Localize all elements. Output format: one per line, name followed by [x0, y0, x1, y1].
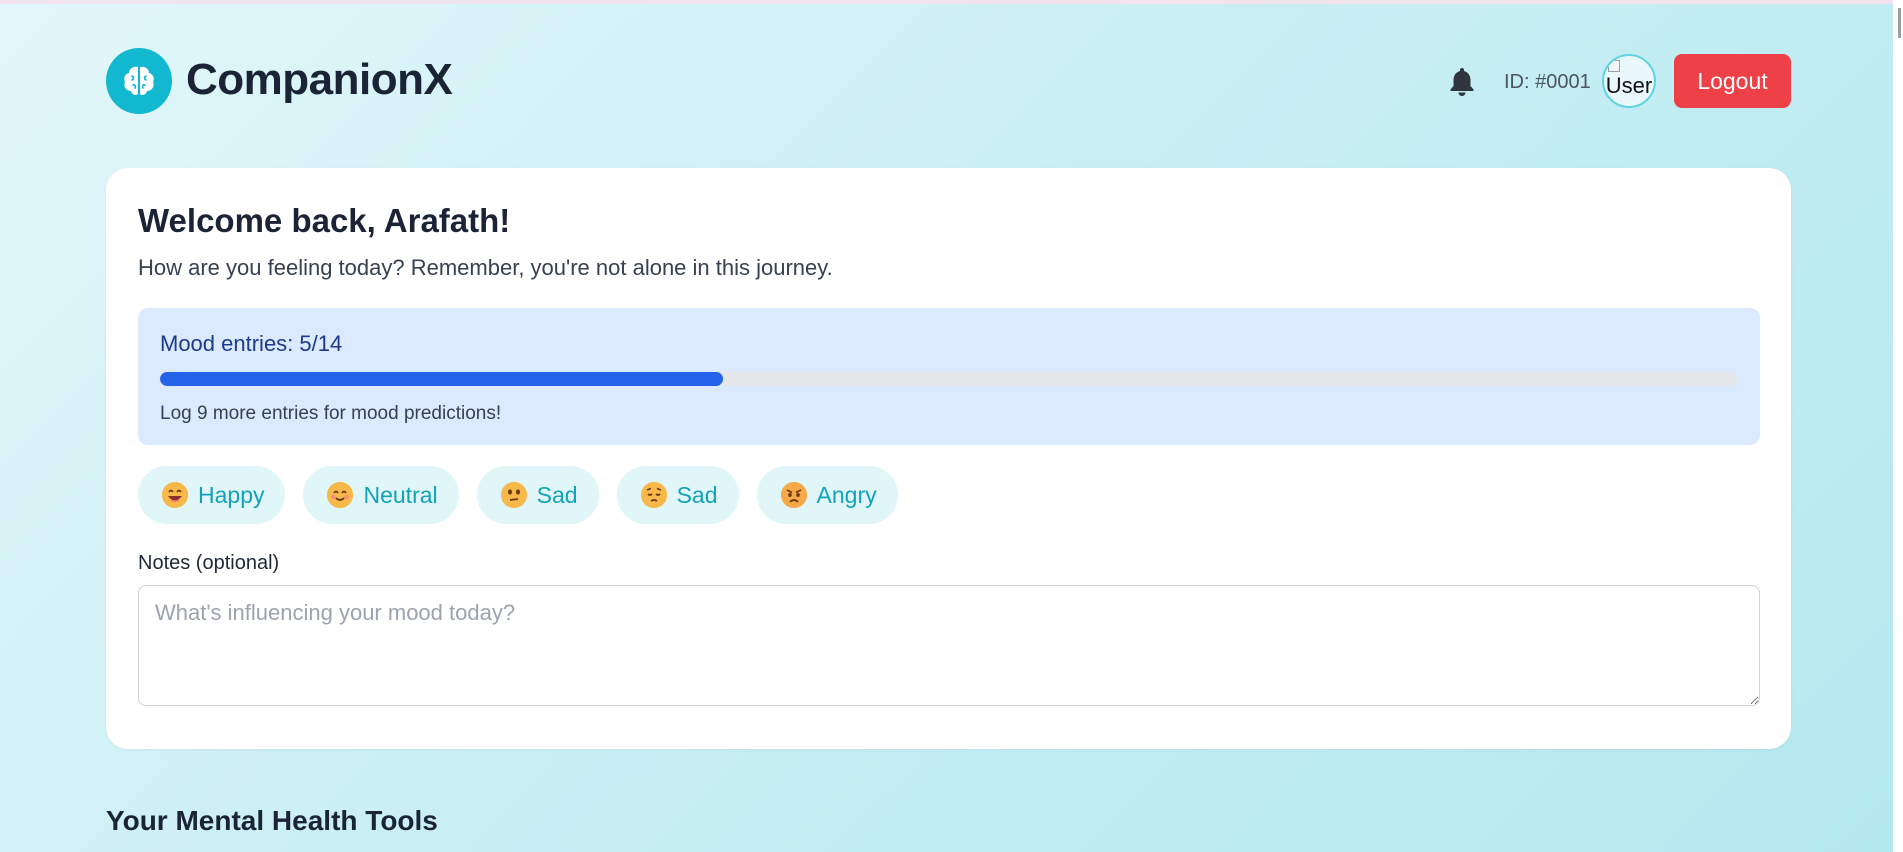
logout-button[interactable]: Logout [1674, 54, 1791, 108]
brain-icon[interactable] [106, 48, 172, 114]
mood-progress-hint: Log 9 more entries for mood predictions! [160, 403, 502, 424]
mood-button-sad[interactable]: Sad [476, 466, 599, 524]
scrollbar-thumb[interactable] [1898, 8, 1901, 38]
mood-progress-fill [160, 372, 724, 386]
app-header: CompanionX ID: #0001 User Logout [106, 48, 1791, 114]
angry-face-icon [780, 482, 807, 508]
welcome-subtitle: How are you feeling today? Remember, you… [138, 255, 833, 280]
mood-options: Happy Neutral Sad Sad Angry [138, 466, 898, 524]
mood-button-neutral[interactable]: Neutral [303, 466, 459, 524]
mood-progress-bar [160, 372, 1737, 386]
grinning-face-icon [162, 482, 188, 508]
broken-image-icon [1608, 60, 1620, 72]
tools-section-title: Your Mental Health Tools [106, 805, 438, 836]
browser-top-edge [0, 0, 1903, 4]
avatar-alt-text: User [1605, 73, 1653, 98]
mood-checkin-card: Welcome back, Arafath! How are you feeli… [106, 168, 1791, 749]
mood-label: Sad [676, 481, 718, 508]
notes-label: Notes (optional) [138, 552, 280, 574]
mood-progress-label: Mood entries: 5/14 [160, 331, 343, 356]
bell-icon[interactable] [1444, 64, 1480, 98]
mood-button-angry[interactable]: Angry [756, 466, 898, 524]
smiling-face-icon [327, 482, 354, 508]
brand-name: CompanionX [186, 55, 453, 104]
mood-label: Neutral [363, 481, 438, 508]
mood-button-happy[interactable]: Happy [138, 466, 286, 524]
mood-label: Sad [536, 481, 578, 508]
pensive-face-icon [640, 482, 667, 508]
confused-face-icon [500, 482, 527, 508]
mood-label: Angry [816, 481, 877, 508]
page-scrollbar[interactable] [1893, 0, 1903, 852]
mood-progress-panel: Mood entries: 5/14 Log 9 more entries fo… [138, 308, 1760, 445]
mood-button-pensive[interactable]: Sad [616, 466, 739, 524]
notes-field[interactable] [138, 585, 1760, 706]
user-id: ID: #0001 [1504, 71, 1591, 93]
avatar[interactable]: User [1602, 54, 1656, 108]
mood-label: Happy [198, 481, 265, 508]
welcome-title: Welcome back, Arafath! [138, 202, 511, 239]
